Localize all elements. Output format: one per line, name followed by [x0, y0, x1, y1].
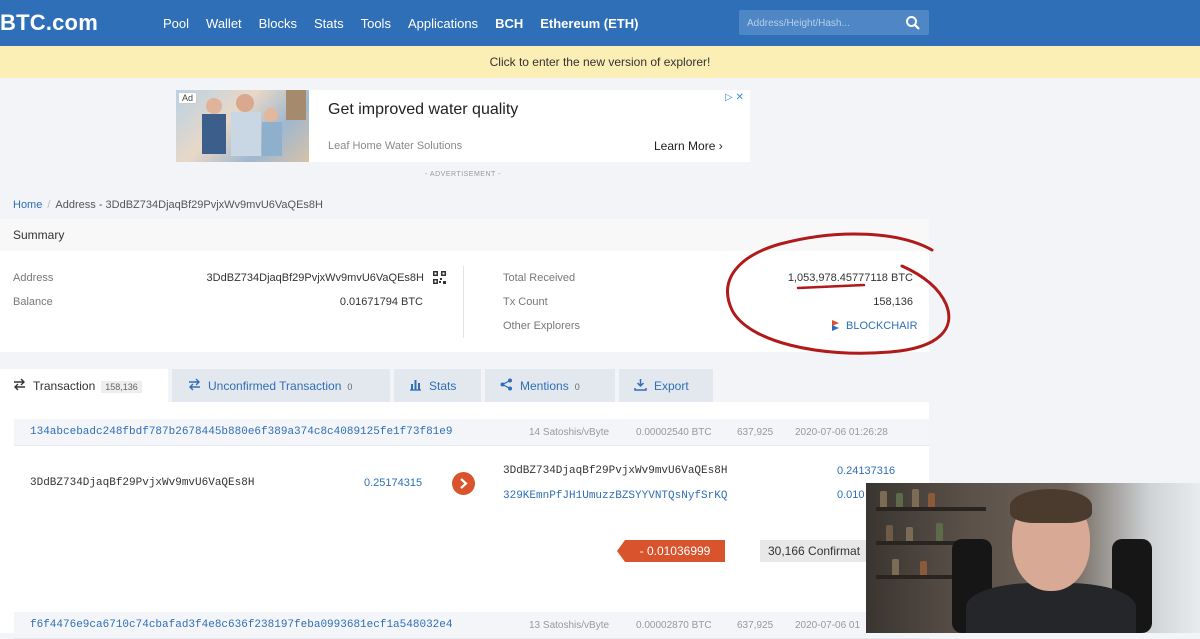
- search-icon[interactable]: [905, 15, 921, 31]
- breadcrumb-current: Address - 3DdBZ734DjaqBf29PvjxWv9mvU6VaQ…: [55, 199, 323, 211]
- shelf-item: [886, 525, 893, 541]
- tab-unconfirmed-transaction[interactable]: Unconfirmed Transaction 0: [172, 369, 390, 402]
- transaction-header-row: 134abcebadc248fbdf787b2678445b880e6f389a…: [14, 419, 929, 446]
- address-tabs: Transaction 158,136 Unconfirmed Transacti…: [0, 369, 929, 402]
- tab-transaction-count: 158,136: [101, 381, 142, 393]
- transaction-fee-rate: 13 Satoshis/vByte: [529, 620, 610, 631]
- download-icon: [634, 379, 647, 391]
- shelf-item: [892, 559, 899, 575]
- tab-export[interactable]: Export: [619, 369, 713, 402]
- shelf-item: [928, 493, 935, 507]
- site-logo[interactable]: BTC.com: [0, 10, 98, 36]
- nav-applications[interactable]: Applications: [408, 16, 478, 31]
- nav-bch[interactable]: BCH: [495, 16, 523, 31]
- advertisement-label: - ADVERTISEMENT -: [425, 171, 501, 178]
- tab-transaction[interactable]: Transaction 158,136: [0, 369, 168, 402]
- transaction-fee: 0.00002540 BTC: [636, 427, 712, 438]
- transfer-arrows-icon: [189, 378, 200, 391]
- advertisement[interactable]: Ad Get improved water quality Leaf Home …: [176, 90, 750, 162]
- shelf-item: [906, 527, 913, 541]
- nav-pool[interactable]: Pool: [163, 16, 189, 31]
- balance-label: Balance: [13, 296, 53, 308]
- annotation-circle: [726, 232, 951, 355]
- input-address[interactable]: 3DdBZ734DjaqBf29PvjxWv9mvU6VaQEs8H: [30, 477, 254, 489]
- breadcrumb: Home / Address - 3DdBZ734DjaqBf29PvjxWv9mv…: [13, 199, 323, 211]
- ad-learn-more-button[interactable]: Learn More ›: [654, 139, 723, 153]
- annotation-underline: [796, 283, 866, 290]
- shelf-item: [896, 493, 903, 507]
- breadcrumb-separator: /: [47, 199, 51, 211]
- output-amount: 0.24137316: [837, 465, 896, 477]
- transaction-hash-link[interactable]: 134abcebadc248fbdf787b2678445b880e6f389a…: [30, 426, 452, 438]
- shelf-item: [880, 491, 887, 507]
- ad-close-icon[interactable]: ▷ ✕: [725, 92, 744, 103]
- transfer-arrows-icon: [14, 378, 25, 391]
- main-nav: Pool Wallet Blocks Stats Tools Applicati…: [163, 0, 655, 46]
- transaction-fee: 0.00002870 BTC: [636, 620, 712, 631]
- tab-unconfirmed-count: 0: [347, 382, 353, 392]
- bar-chart-icon: [410, 380, 421, 391]
- output-address[interactable]: 329KEmnPfJH1UmuzzBZSYYVNTQsNyfSrKQ: [503, 490, 727, 502]
- tx-count-label: Tx Count: [503, 296, 548, 308]
- summary-title: Summary: [13, 228, 65, 242]
- summary-divider: [463, 266, 464, 338]
- tab-mentions-label: Mentions: [520, 379, 569, 393]
- shelf-item: [920, 561, 927, 575]
- share-icon: [500, 378, 512, 391]
- shelf: [876, 507, 986, 511]
- flow-arrow-icon: [452, 472, 475, 495]
- new-explorer-banner[interactable]: Click to enter the new version of explor…: [0, 46, 1200, 78]
- input-amount: 0.25174315: [364, 477, 423, 489]
- tab-mentions[interactable]: Mentions 0: [485, 369, 615, 402]
- transaction-block-height[interactable]: 637,925: [737, 427, 773, 438]
- ad-learn-more-label: Learn More: [654, 139, 716, 153]
- address-value[interactable]: 3DdBZ734DjaqBf29PvjxWv9mvU6VaQEs8H: [190, 272, 424, 284]
- tab-export-label: Export: [654, 379, 689, 393]
- nav-wallet[interactable]: Wallet: [206, 16, 242, 31]
- tab-stats[interactable]: Stats: [394, 369, 481, 402]
- balance-change-badge: - 0.01036999: [617, 540, 725, 562]
- ad-headline[interactable]: Get improved water quality: [328, 101, 518, 119]
- ad-source: Leaf Home Water Solutions: [328, 140, 463, 152]
- transaction-time: 2020-07-06 01:26:28: [795, 427, 888, 438]
- nav-stats[interactable]: Stats: [314, 16, 344, 31]
- address-label: Address: [13, 272, 54, 284]
- search-box: [739, 10, 929, 35]
- ad-tag: Ad: [178, 92, 198, 104]
- total-received-label: Total Received: [503, 272, 576, 284]
- tab-unconfirmed-label: Unconfirmed Transaction: [208, 379, 342, 393]
- nav-ethereum[interactable]: Ethereum (ETH): [540, 16, 638, 31]
- nav-tools[interactable]: Tools: [361, 16, 391, 31]
- tab-stats-label: Stats: [429, 379, 457, 393]
- balance-value: 0.01671794 BTC: [339, 296, 423, 308]
- transaction-time: 2020-07-06 01: [795, 620, 861, 631]
- tab-transaction-label: Transaction: [33, 379, 96, 393]
- person-hair: [1010, 489, 1092, 523]
- shelf-item: [936, 523, 943, 541]
- top-navbar: BTC.com Pool Wallet Blocks Stats Tools A…: [0, 0, 1200, 46]
- search-input[interactable]: [745, 14, 899, 33]
- shelf-item: [912, 489, 919, 507]
- transaction-block-height[interactable]: 637,925: [737, 620, 773, 631]
- webcam-overlay: [866, 483, 1200, 633]
- transaction-hash-link[interactable]: f6f4476e9ca6710c74cbafad3f4e8c636f238197…: [30, 619, 452, 631]
- transaction-header-row: f6f4476e9ca6710c74cbafad3f4e8c636f238197…: [14, 612, 929, 639]
- output-address[interactable]: 3DdBZ734DjaqBf29PvjxWv9mvU6VaQEs8H: [503, 465, 727, 477]
- other-explorers-label: Other Explorers: [503, 320, 581, 332]
- qr-code-icon[interactable]: [433, 271, 446, 284]
- breadcrumb-home[interactable]: Home: [13, 199, 42, 211]
- chevron-right-icon: ›: [718, 139, 723, 153]
- ad-image: Ad: [176, 90, 309, 162]
- output-amount: 0.010: [837, 489, 865, 501]
- nav-blocks[interactable]: Blocks: [259, 16, 297, 31]
- transaction-fee-rate: 14 Satoshis/vByte: [529, 427, 610, 438]
- tab-mentions-count: 0: [574, 382, 580, 392]
